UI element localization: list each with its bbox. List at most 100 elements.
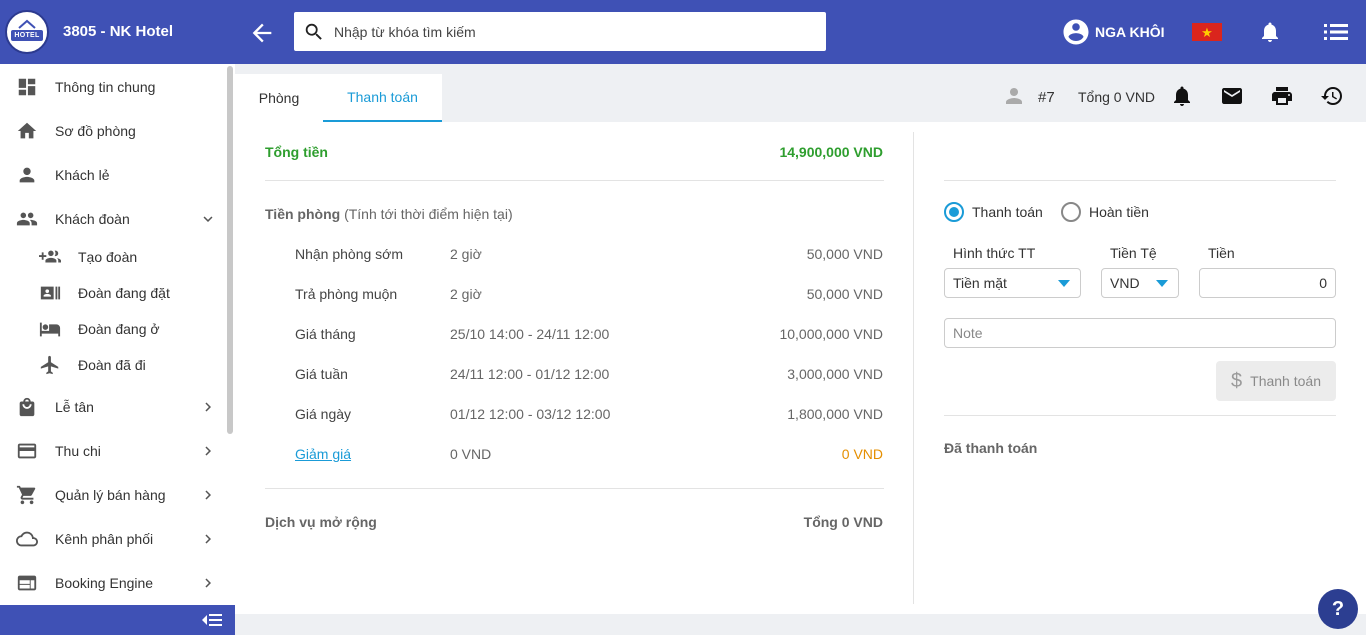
print-button[interactable] (1270, 84, 1294, 108)
sidebar-item-overview[interactable]: Thông tin chung (0, 65, 225, 109)
discount-link[interactable]: Giảm giá (295, 446, 351, 462)
payment-method-value: Tiền mặt (953, 275, 1007, 291)
hotel-logo[interactable]: HOTEL (5, 10, 49, 54)
bell-icon (1262, 22, 1278, 42)
sidebar-item-distribution-channels[interactable]: Kênh phân phối (0, 517, 225, 561)
person-icon (19, 167, 35, 183)
fee-row-amount: 1,800,000 VND (787, 406, 883, 422)
menu-button[interactable] (1323, 20, 1348, 44)
divider (944, 180, 1336, 181)
dashboard-icon (18, 78, 36, 96)
fee-row-detail: 2 giờ (450, 246, 482, 262)
sidebar-item-label: Lễ tân (55, 399, 94, 415)
tabs-bar: Phòng Thanh toán #7 Tổng 0 VND (235, 64, 1366, 122)
sidebar-item-income-expense[interactable]: Thu chi (0, 429, 225, 473)
help-button[interactable]: ? (1318, 589, 1358, 629)
sidebar-item-label: Sơ đồ phòng (55, 123, 136, 139)
email-button[interactable] (1220, 84, 1244, 108)
sidebar-item-sales-management[interactable]: Quản lý bán hàng (0, 473, 225, 517)
sidebar-subitem-booking-groups[interactable]: Đoàn đang đặt (0, 275, 225, 311)
dollar-icon: $ (1231, 369, 1243, 392)
payment-panel: Tổng tiền 14,900,000 VND Tiền phòng (Tín… (235, 122, 1366, 614)
user-name: NGA KHÔI (1095, 24, 1165, 40)
sidebar-item-room-map[interactable]: Sơ đồ phòng (0, 109, 225, 153)
menu-collapse-icon (202, 614, 222, 626)
payment-method-select[interactable]: Tiền mặt (944, 268, 1081, 298)
cloud-icon (16, 531, 38, 547)
cart-icon (16, 485, 36, 505)
guest-person-icon (1006, 88, 1022, 104)
airplane-icon (40, 355, 59, 375)
collapse-sidebar-button[interactable] (0, 605, 235, 635)
vietnam-flag-icon[interactable]: ★ (1192, 23, 1222, 41)
sidebar-scrollbar[interactable] (227, 66, 233, 434)
amount-input[interactable] (1199, 268, 1336, 298)
search-box (294, 12, 826, 51)
hotel-bed-icon (39, 322, 61, 337)
fee-row-amount: 50,000 VND (806, 246, 883, 262)
currency-value: VND (1110, 275, 1140, 291)
sidebar-subitem-label: Đoàn đã đi (78, 357, 146, 373)
tab-payment[interactable]: Thanh toán (323, 74, 442, 122)
sidebar-subitem-label: Đoàn đang đặt (78, 285, 170, 301)
sidebar-subitem-label: Tạo đoàn (78, 249, 138, 265)
fee-row-amount: 3,000,000 VND (787, 366, 883, 382)
sidebar-subitem-departed-groups[interactable]: Đoàn đã đi (0, 347, 225, 383)
divider (944, 415, 1336, 416)
tab-room[interactable]: Phòng (235, 74, 323, 122)
pay-button[interactable]: $ Thanh toán (1216, 361, 1336, 401)
sidebar-item-booking-engine[interactable]: Booking Engine (0, 561, 225, 605)
top-bar: HOTEL 3805 - NK Hotel NGA KHÔI ★ (0, 0, 1366, 64)
radio-dot (944, 202, 964, 222)
caret-down-icon (1058, 280, 1070, 287)
sidebar-subitem-staying-groups[interactable]: Đoàn đang ở (0, 311, 225, 347)
chevron-down-icon (203, 216, 213, 222)
search-icon (294, 12, 334, 51)
back-button[interactable] (248, 19, 276, 47)
radio-dot (1061, 202, 1081, 222)
reminder-button[interactable] (1170, 84, 1194, 108)
search-input[interactable] (334, 23, 814, 40)
id-card-icon (40, 286, 61, 300)
sidebar-item-reception[interactable]: Lễ tân (0, 385, 225, 429)
fee-row-label: Nhận phòng sớm (295, 246, 404, 262)
notifications-button[interactable] (1258, 20, 1282, 44)
radio-label: Thanh toán (972, 204, 1043, 220)
room-fee-title: Tiền phòng (265, 206, 341, 222)
sidebar-item-label: Quản lý bán hàng (55, 487, 166, 503)
note-input[interactable] (944, 318, 1336, 348)
user-menu[interactable]: NGA KHÔI (1061, 17, 1164, 47)
history-icon (1321, 87, 1342, 106)
booking-total: Tổng 0 VND (1078, 89, 1156, 105)
logo-text: HOTEL (11, 29, 43, 41)
account-circle-icon (1063, 19, 1089, 45)
flag-star: ★ (1201, 24, 1213, 40)
fee-row-label: Giá ngày (295, 406, 352, 422)
services-total: Tổng 0 VND (803, 514, 883, 530)
room-fee-note: (Tính tới thời điểm hiện tại) (344, 206, 513, 222)
radio-refund[interactable]: Hoàn tiền (1061, 202, 1149, 222)
group-icon (16, 212, 38, 226)
printer-icon (1272, 87, 1292, 105)
list-menu-icon (1324, 24, 1348, 40)
sidebar-item-label: Khách lẻ (55, 167, 110, 183)
chevron-right-icon (205, 490, 211, 500)
fee-row-detail: 25/10 14:00 - 24/11 12:00 (450, 326, 610, 342)
currency-label: Tiền Tệ (1110, 245, 1157, 261)
fee-row-label: Giá tuần (295, 366, 348, 382)
chevron-right-icon (205, 578, 211, 588)
currency-select[interactable]: VND (1101, 268, 1179, 298)
sidebar-item-group-guests[interactable]: Khách đoàn (0, 197, 225, 241)
divider (265, 488, 884, 489)
paid-label: Đã thanh toán (944, 440, 1038, 456)
radio-payment[interactable]: Thanh toán (944, 202, 1043, 222)
booking-number: #7 (1038, 89, 1055, 106)
history-button[interactable] (1320, 84, 1344, 108)
chevron-right-icon (205, 534, 211, 544)
radio-label: Hoàn tiền (1089, 204, 1149, 220)
room-fee-heading: Tiền phòng (Tính tới thời điểm hiện tại) (265, 206, 513, 222)
caret-down-icon (1156, 280, 1168, 287)
sidebar-subitem-create-group[interactable]: Tạo đoàn (0, 239, 225, 275)
sidebar-item-individual-guests[interactable]: Khách lẻ (0, 153, 225, 197)
method-label: Hình thức TT (953, 245, 1036, 261)
